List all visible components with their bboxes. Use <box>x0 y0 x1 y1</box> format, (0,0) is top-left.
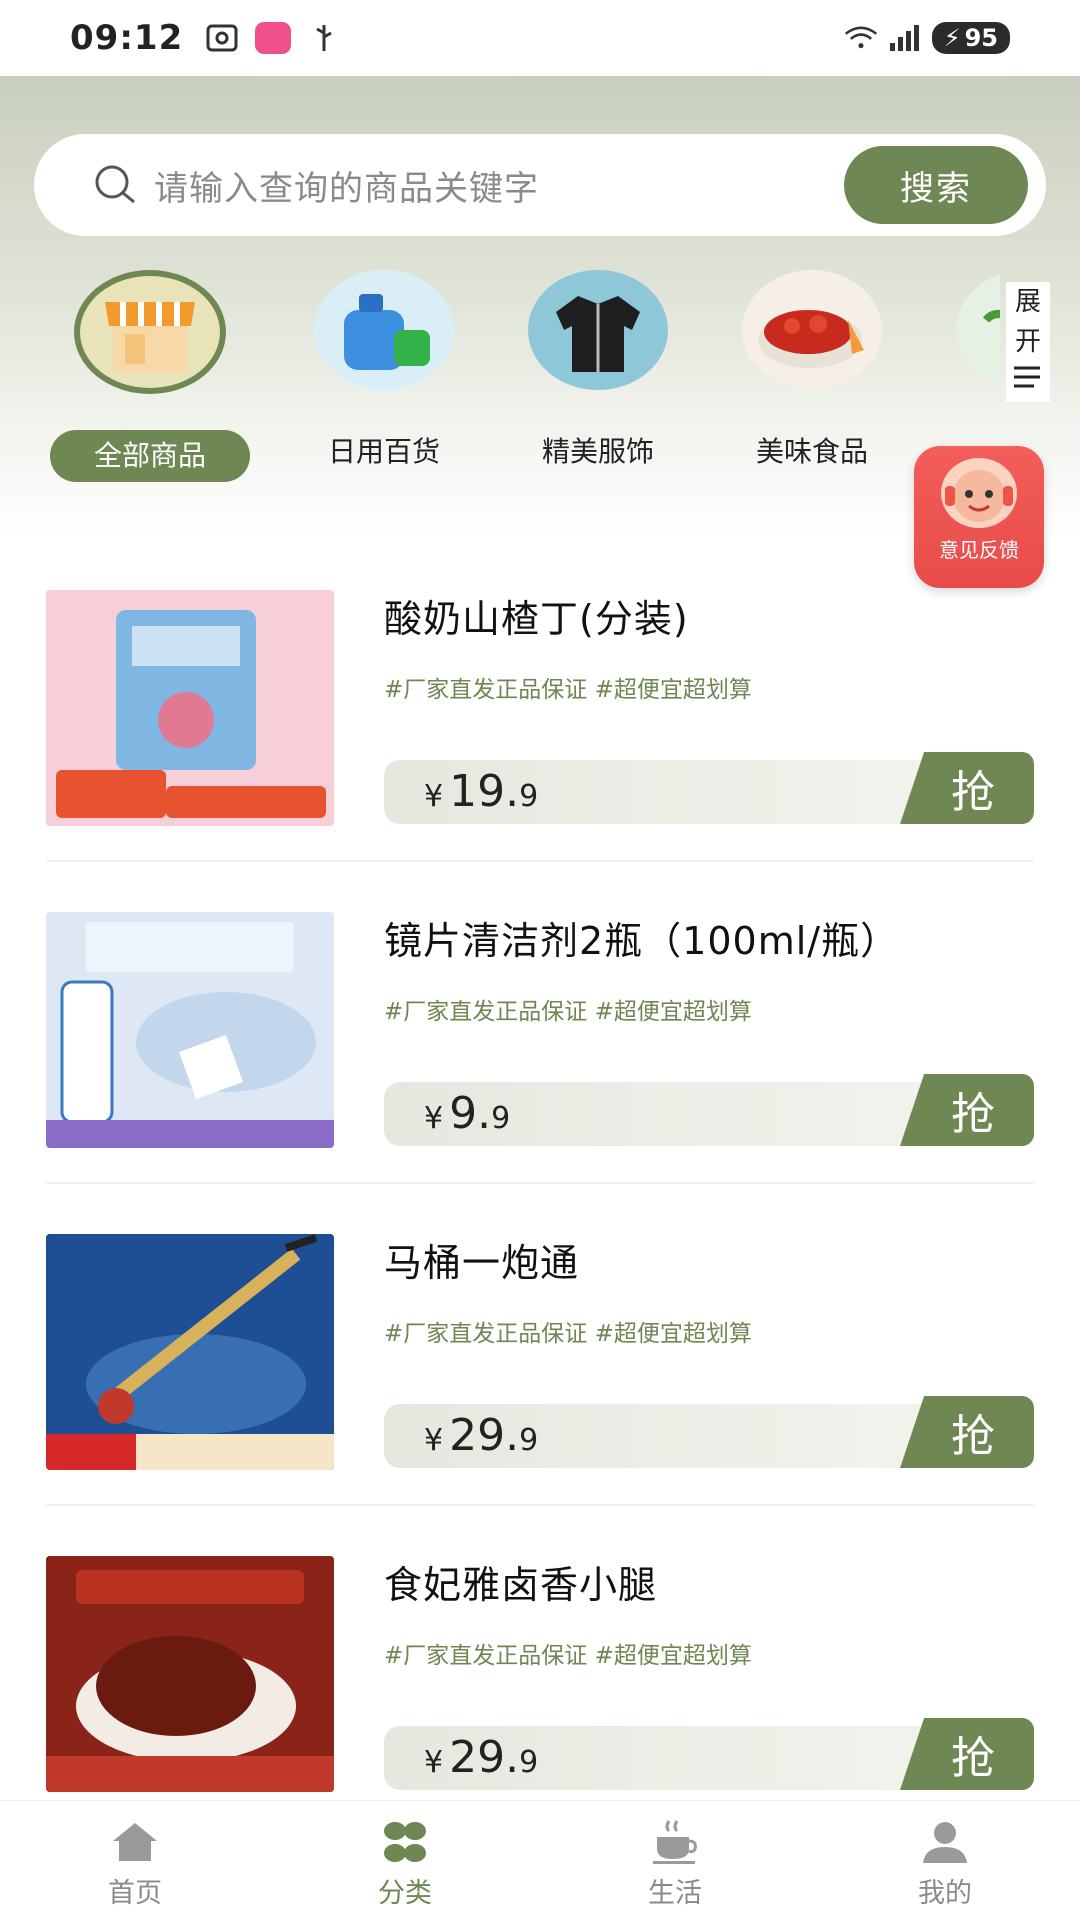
product-title: 酸奶山楂丁(分装) <box>384 597 689 641</box>
product-image[interactable] <box>46 912 334 1148</box>
status-bar: 09:12 ⚡ 95 <box>0 0 1080 76</box>
product-card[interactable]: 食妃雅卤香小腿 #厂家直发正品保证 #超便宜超划算 ¥29.9 抢 <box>0 1506 1080 1828</box>
product-image[interactable] <box>46 1556 334 1792</box>
tab-label: 我的 <box>918 1878 972 1909</box>
grab-button[interactable]: 抢 <box>900 1718 1034 1790</box>
storefront-icon <box>74 270 226 394</box>
price-decimal: 9 <box>491 1101 511 1136</box>
category-label: 日用百货 <box>327 435 440 468</box>
currency-symbol: ¥ <box>424 1745 444 1780</box>
product-tags: #厂家直发正品保证 #超便宜超划算 <box>384 999 752 1025</box>
price-decimal: 9 <box>519 1423 539 1458</box>
wifi-icon <box>844 21 878 55</box>
product-title: 食妃雅卤香小腿 <box>384 1563 658 1607</box>
jacket-icon <box>528 270 668 390</box>
price-integer: 19. <box>449 766 520 817</box>
category-row: 全部商品 日用百货 精美服饰 美味食品 <box>0 270 1000 490</box>
category-label: 美味食品 <box>755 435 868 468</box>
price-decimal: 9 <box>519 1745 539 1780</box>
tab-life[interactable]: 生活 <box>540 1801 810 1920</box>
product-tags: #厂家直发正品保证 #超便宜超划算 <box>384 1321 752 1347</box>
search-input[interactable]: 请输入查询的商品关键字 <box>154 161 539 210</box>
category-item-all[interactable]: 全部商品 <box>50 270 250 482</box>
product-title: 马桶一炮通 <box>384 1241 580 1285</box>
coffee-icon <box>653 1820 697 1864</box>
grab-button[interactable]: 抢 <box>900 752 1034 824</box>
status-time: 09:12 <box>70 18 184 58</box>
battery-indicator: ⚡ 95 <box>931 22 1010 54</box>
price-decimal: 9 <box>519 779 539 814</box>
product-title: 镜片清洁剂2瓶（100ml/瓶） <box>384 919 900 963</box>
category-item-apparel[interactable]: 精美服饰 <box>498 270 698 478</box>
currency-symbol: ¥ <box>424 1101 444 1136</box>
category-label: 精美服饰 <box>541 435 654 468</box>
screenshot-icon <box>205 21 239 55</box>
product-price: ¥9.9 <box>424 1088 510 1139</box>
grab-button[interactable]: 抢 <box>900 1074 1034 1146</box>
price-bar: ¥9.9 抢 <box>384 1074 1034 1146</box>
bottom-tab-bar: 首页 分类 生活 我的 <box>0 1800 1080 1920</box>
support-mascot-icon <box>941 458 1017 528</box>
product-tags: #厂家直发正品保证 #超便宜超划算 <box>384 1643 752 1669</box>
signal-icon <box>888 21 922 55</box>
crayfish-icon <box>742 270 882 390</box>
category-item-daily[interactable]: 日用百货 <box>284 270 484 478</box>
charging-icon: ⚡ <box>943 24 961 52</box>
detergent-icon <box>314 270 454 390</box>
tab-category[interactable]: 分类 <box>270 1801 540 1920</box>
bilibili-app-icon <box>255 22 292 54</box>
category-icon <box>384 1822 426 1862</box>
product-card[interactable]: 马桶一炮通 #厂家直发正品保证 #超便宜超划算 ¥29.9 抢 <box>0 1184 1080 1506</box>
tab-label: 分类 <box>378 1878 432 1909</box>
price-integer: 29. <box>449 1732 520 1783</box>
battery-level: 95 <box>964 24 998 52</box>
price-bar: ¥19.9 抢 <box>384 752 1034 824</box>
product-price: ¥29.9 <box>424 1410 538 1461</box>
search-button[interactable]: 搜索 <box>844 146 1028 224</box>
price-bar: ¥29.9 抢 <box>384 1718 1034 1790</box>
product-price: ¥19.9 <box>424 766 538 817</box>
category-label: 全部商品 <box>50 430 250 482</box>
product-tags: #厂家直发正品保证 #超便宜超划算 <box>384 677 752 703</box>
user-icon <box>923 1822 967 1863</box>
category-item-food[interactable]: 美味食品 <box>712 270 912 478</box>
status-left-icons <box>205 21 341 55</box>
currency-symbol: ¥ <box>424 779 444 814</box>
expand-label-1: 展 <box>1014 287 1041 317</box>
status-right-icons: ⚡ 95 <box>844 21 1010 55</box>
search-bar[interactable]: 请输入查询的商品关键字 搜索 <box>34 134 1046 236</box>
usb-icon <box>307 21 341 55</box>
price-integer: 9. <box>449 1088 492 1139</box>
product-price: ¥29.9 <box>424 1732 538 1783</box>
product-card[interactable]: 酸奶山楂丁(分装) #厂家直发正品保证 #超便宜超划算 ¥19.9 抢 <box>0 540 1080 862</box>
product-image[interactable] <box>46 590 334 826</box>
product-card[interactable]: 镜片清洁剂2瓶（100ml/瓶） #厂家直发正品保证 #超便宜超划算 ¥9.9 … <box>0 862 1080 1184</box>
palm-tree-icon <box>956 270 1000 390</box>
price-integer: 29. <box>449 1410 520 1461</box>
tab-mine[interactable]: 我的 <box>810 1801 1080 1920</box>
tab-label: 生活 <box>648 1878 702 1909</box>
price-bar: ¥29.9 抢 <box>384 1396 1034 1468</box>
search-icon <box>92 162 138 208</box>
expand-label-2: 开 <box>1014 327 1041 357</box>
expand-categories-button[interactable]: 展 开 <box>1006 282 1050 402</box>
tab-label: 首页 <box>108 1878 162 1909</box>
grab-button[interactable]: 抢 <box>900 1396 1034 1468</box>
product-image[interactable] <box>46 1234 334 1470</box>
home-icon <box>113 1823 157 1861</box>
menu-lines-icon <box>1006 362 1050 402</box>
currency-symbol: ¥ <box>424 1423 444 1458</box>
tab-home[interactable]: 首页 <box>0 1801 270 1920</box>
